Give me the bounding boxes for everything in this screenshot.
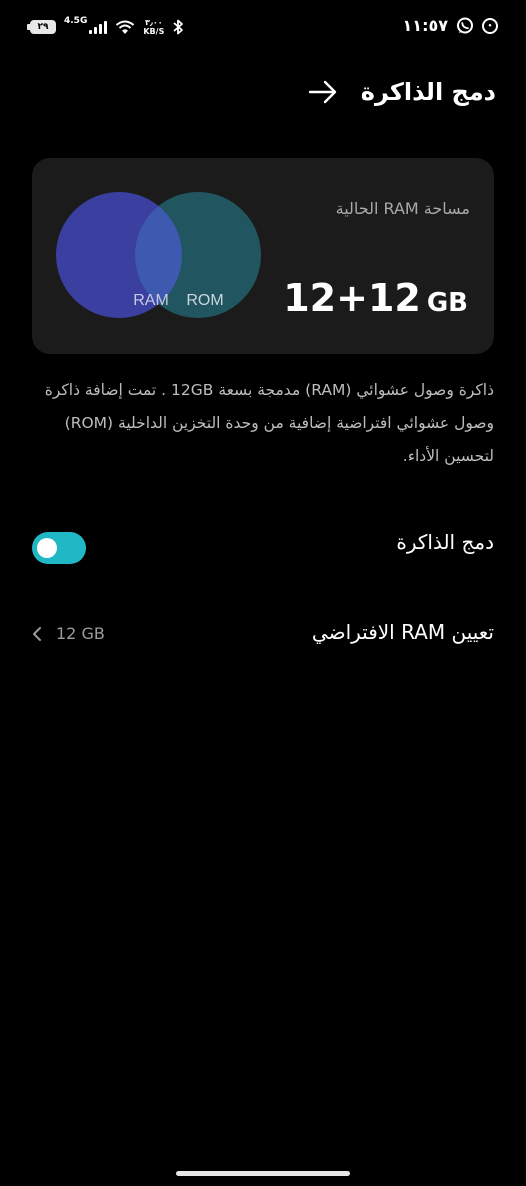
battery-level: ٢٩ xyxy=(37,22,49,32)
speed-value: ٣٫٠٠ xyxy=(145,18,163,27)
speed-unit: KB/S xyxy=(143,27,165,36)
clock: ١١:٥٧ xyxy=(402,16,448,35)
merge-memory-toggle[interactable] xyxy=(32,532,86,564)
virtual-ram-label: تعيين RAM الافتراضي xyxy=(311,620,494,644)
page-header: دمج الذاكرة xyxy=(307,76,496,108)
arrow-right-icon[interactable] xyxy=(307,76,339,108)
chevron-left-icon xyxy=(33,626,41,641)
ram-value-number: 12+12 xyxy=(283,276,421,320)
ram-value-unit: GB xyxy=(426,288,468,318)
ram-rom-venn-diagram: RAM ROM xyxy=(56,192,261,318)
bluetooth-icon xyxy=(173,19,184,35)
notification-icon: • xyxy=(482,17,498,34)
network-speed: ٣٫٠٠ KB/S xyxy=(143,18,164,36)
signal-icon xyxy=(89,20,108,34)
home-indicator[interactable] xyxy=(176,1171,350,1176)
merge-memory-label: دمج الذاكرة xyxy=(396,530,494,554)
virtual-ram-value: 12 GB xyxy=(56,624,105,643)
status-icons-group: ٢٩ 4.5G ٣٫٠٠ KB/S xyxy=(27,16,184,36)
network-type-label: 4.5G xyxy=(64,16,88,26)
wifi-icon xyxy=(116,20,135,34)
ram-card-value: 12+12 GB xyxy=(283,276,468,320)
page-title: دمج الذاكرة xyxy=(360,78,496,106)
status-bar: ٢٩ 4.5G ٣٫٠٠ KB/S ١١:٥٧ • xyxy=(0,0,526,56)
memory-description: ذاكرة وصول عشوائي (RAM) مدمجة بسعة 12GB … xyxy=(44,381,494,465)
virtual-ram-row[interactable]: تعيين RAM الافتراضي 12 GB xyxy=(32,612,494,662)
ram-info-card: مساحة RAM الحالية 12+12 GB RAM ROM xyxy=(32,158,494,354)
virtual-ram-value-group: 12 GB xyxy=(32,624,105,643)
status-time-group: ١١:٥٧ • xyxy=(403,16,498,35)
ram-card-label: مساحة RAM الحالية xyxy=(335,199,470,218)
venn-ram-label: RAM xyxy=(133,292,169,309)
toggle-knob xyxy=(37,538,57,558)
battery-icon: ٢٩ xyxy=(27,20,56,34)
merge-memory-row[interactable]: دمج الذاكرة xyxy=(32,522,494,572)
venn-rom-label: ROM xyxy=(186,292,223,309)
whatsapp-icon xyxy=(457,17,473,33)
